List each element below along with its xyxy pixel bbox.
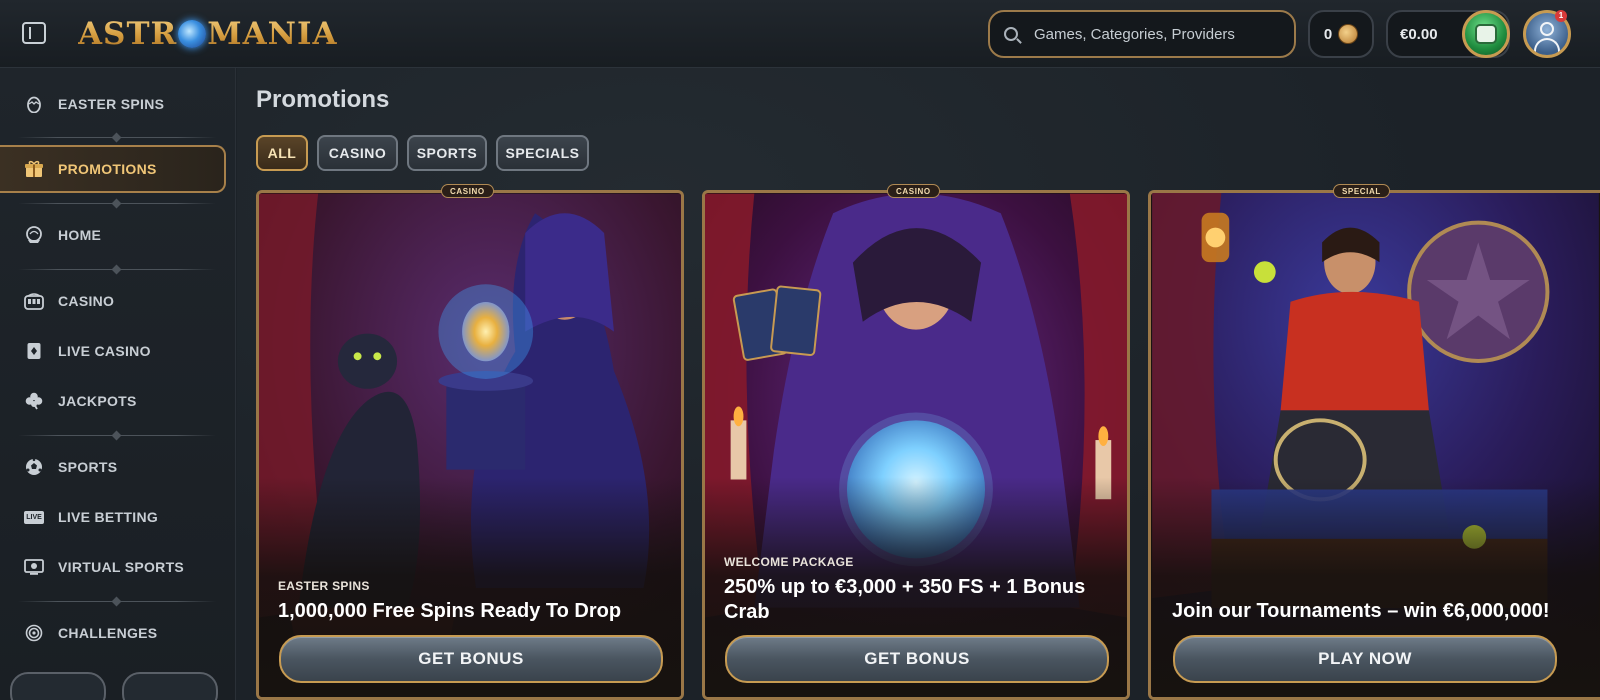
- coins-value: 0: [1323, 25, 1333, 43]
- divider: [18, 269, 216, 270]
- promo-card-welcome-package[interactable]: WELCOME PACKAGE 250% up to €3,000 + 350 …: [702, 190, 1130, 700]
- get-bonus-button[interactable]: GET BONUS: [279, 635, 663, 683]
- sidebar: EASTER SPINS PROMOTIONS HOME CASINO LIVE…: [0, 68, 236, 700]
- balance-value: €0.00: [1400, 25, 1438, 43]
- sidebar-item-sports[interactable]: SPORTS: [0, 443, 226, 491]
- card-title: 250% up to €3,000 + 350 FS + 1 Bonus Cra…: [724, 576, 1086, 623]
- promo-card-easter-spins[interactable]: EASTER SPINS 1,000,000 Free Spins Ready …: [256, 190, 684, 700]
- deposit-button[interactable]: [1462, 10, 1510, 58]
- cash-stack-icon: [1475, 24, 1497, 44]
- sidebar-item-live-casino[interactable]: LIVE CASINO: [0, 327, 226, 375]
- filter-casino-button[interactable]: CASINO: [317, 135, 398, 171]
- live-icon: LIVE: [24, 507, 44, 527]
- sidebar-item-label: PROMOTIONS: [58, 161, 157, 177]
- sidebar-item-label: LIVE CASINO: [58, 343, 151, 359]
- sidebar-item-label: CHALLENGES: [58, 625, 158, 641]
- search-box[interactable]: [988, 10, 1296, 58]
- logo-orb-icon: [178, 20, 207, 48]
- coin-icon: [1338, 24, 1359, 44]
- card-category: EASTER SPINS: [278, 579, 370, 593]
- divider: [18, 137, 216, 138]
- sidebar-item-virtual-sports[interactable]: VIRTUAL SPORTS: [0, 543, 226, 591]
- logo-text-right: MANIA: [207, 16, 338, 52]
- monitor-icon: [24, 557, 44, 577]
- divider: [18, 601, 216, 602]
- search-icon: [1004, 27, 1018, 41]
- page-title: Promotions: [256, 86, 390, 113]
- sidebar-item-easter-spins[interactable]: EASTER SPINS: [0, 80, 226, 128]
- top-header: ASTR MANIA 0 €0.00 1: [0, 0, 1600, 68]
- sidebar-item-label: JACKPOTS: [58, 393, 137, 409]
- logo[interactable]: ASTR MANIA: [78, 12, 338, 56]
- playing-card-icon: [24, 341, 44, 361]
- slot-machine-icon: [24, 291, 44, 311]
- sidebar-item-jackpots[interactable]: JACKPOTS: [0, 377, 226, 425]
- coins-balance[interactable]: 0: [1308, 10, 1374, 58]
- get-bonus-button[interactable]: GET BONUS: [725, 635, 1109, 683]
- sidebar-item-label: EASTER SPINS: [58, 96, 165, 112]
- logo-text-left: ASTR: [78, 16, 178, 52]
- card-title: Join our Tournaments – win €6,000,000!: [1172, 600, 1550, 622]
- filter-specials-button[interactable]: SPECIALS: [496, 135, 589, 171]
- sidebar-item-label: VIRTUAL SPORTS: [58, 559, 185, 575]
- notification-badge: 1: [1555, 10, 1567, 22]
- play-now-button[interactable]: PLAY NOW: [1173, 635, 1557, 683]
- sidebar-item-label: LIVE BETTING: [58, 509, 159, 525]
- sidebar-item-challenges[interactable]: CHALLENGES: [0, 609, 226, 657]
- divider: [18, 203, 216, 204]
- sidebar-bottom-button-right[interactable]: [122, 672, 218, 700]
- sidebar-item-label: HOME: [58, 227, 102, 243]
- sidebar-item-home[interactable]: HOME: [0, 211, 226, 259]
- user-icon: [1540, 22, 1554, 36]
- clover-icon: [24, 391, 44, 411]
- card-badge-casino: CASINO: [441, 184, 494, 198]
- divider: [18, 435, 216, 436]
- search-input[interactable]: [1034, 25, 1274, 43]
- promo-card-tournaments[interactable]: Join our Tournaments – win €6,000,000! P…: [1148, 190, 1600, 700]
- card-badge-casino: CASINO: [887, 184, 940, 198]
- home-icon: [24, 225, 44, 245]
- sidebar-item-casino[interactable]: CASINO: [0, 277, 226, 325]
- egg-icon: [24, 94, 44, 114]
- sidebar-item-label: CASINO: [58, 293, 115, 309]
- user-icon-body: [1534, 38, 1560, 54]
- target-icon: [24, 623, 44, 643]
- soccer-ball-icon: [24, 457, 44, 477]
- card-title: 1,000,000 Free Spins Ready To Drop: [278, 600, 622, 622]
- card-category: WELCOME PACKAGE: [724, 555, 854, 569]
- sidebar-bottom-button-left[interactable]: [10, 672, 106, 700]
- card-badge-special: SPECIAL: [1333, 184, 1390, 198]
- sidebar-toggle-icon[interactable]: [22, 22, 46, 44]
- sidebar-item-label: SPORTS: [58, 459, 118, 475]
- gift-icon: [24, 159, 44, 179]
- sidebar-item-live-betting[interactable]: LIVE LIVE BETTING: [0, 493, 226, 541]
- live-badge-text: LIVE: [24, 510, 44, 524]
- sidebar-item-promotions[interactable]: PROMOTIONS: [0, 145, 226, 193]
- filter-sports-button[interactable]: SPORTS: [407, 135, 487, 171]
- filter-all-button[interactable]: ALL: [256, 135, 308, 171]
